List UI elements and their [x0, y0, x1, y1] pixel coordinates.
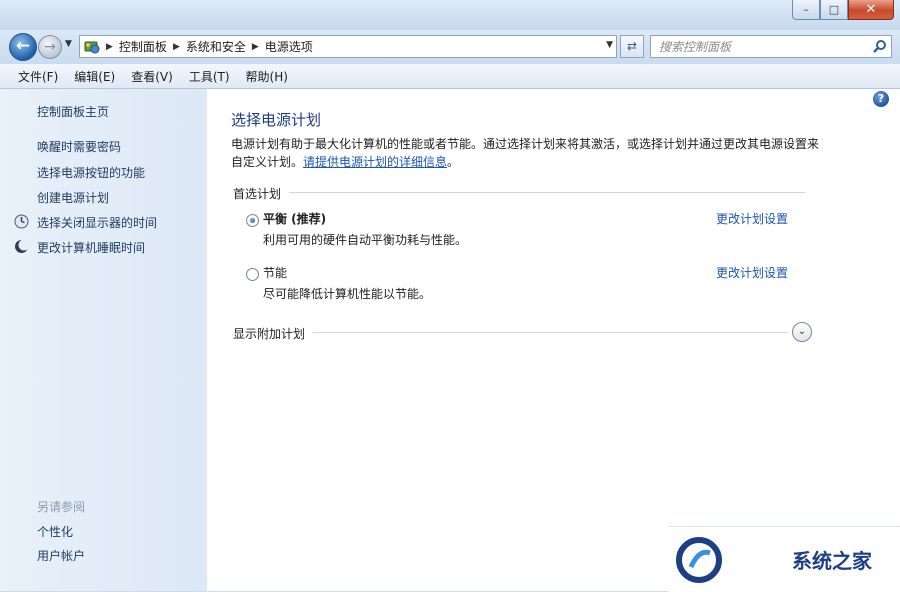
menu-tools[interactable]: 工具(T) — [181, 68, 238, 85]
help-icon[interactable]: ? — [873, 91, 889, 107]
sleep-moon-icon — [15, 239, 29, 253]
plan-power-saver-settings-link[interactable]: 更改计划设置 — [716, 264, 788, 281]
additional-plans-heading[interactable]: 显示附加计划 — [233, 325, 305, 342]
sidebar-item-create-plan[interactable]: 创建电源计划 — [37, 189, 109, 206]
plan-power-saver-description: 尽可能降低计算机性能以节能。 — [263, 287, 432, 301]
menu-edit[interactable]: 编辑(E) — [66, 68, 123, 85]
close-button[interactable]: ✕ — [848, 0, 894, 20]
plan-balanced-radio[interactable] — [246, 214, 259, 227]
back-button[interactable]: ← — [9, 33, 37, 61]
address-dropdown-icon[interactable]: ▼ — [606, 40, 613, 50]
sidebar-item-user-accounts[interactable]: 用户帐户 — [37, 547, 85, 564]
menu-file[interactable]: 文件(F) — [0, 68, 66, 85]
search-box[interactable] — [650, 35, 892, 58]
expand-additional-plans-button[interactable]: ⌄ — [792, 322, 812, 342]
menu-view[interactable]: 查看(V) — [123, 68, 181, 85]
sidebar-item-display-off[interactable]: 选择关闭显示器的时间 — [37, 214, 157, 231]
sidebar-item-personalization[interactable]: 个性化 — [37, 523, 73, 540]
close-icon: ✕ — [865, 2, 877, 17]
sidebar-item-wake-password[interactable]: 唤醒时需要密码 — [37, 138, 121, 155]
section-divider — [313, 332, 788, 333]
breadcrumb-system-security[interactable]: 系统和安全 — [186, 38, 246, 55]
maximize-icon: □ — [828, 3, 840, 16]
watermark: 系统之家 — [668, 526, 900, 592]
forward-button[interactable]: → — [38, 35, 62, 59]
search-icon[interactable] — [873, 39, 887, 53]
preferred-plans-heading: 首选计划 — [233, 187, 282, 201]
monitor-clock-icon — [14, 214, 29, 229]
menu-help[interactable]: 帮助(H) — [238, 68, 296, 85]
breadcrumb-power-options[interactable]: 电源选项 — [265, 38, 313, 55]
address-bar[interactable]: ▶ 控制面板 ▶ 系统和安全 ▶ 电源选项 ▼ — [79, 35, 617, 58]
title-bar: – □ ✕ — [0, 0, 900, 30]
watermark-text: 系统之家 — [792, 549, 872, 573]
menu-bar: 文件(F) 编辑(E) 查看(V) 工具(T) 帮助(H) — [0, 64, 900, 89]
plan-power-saver-radio[interactable] — [246, 268, 259, 281]
sidebar: 控制面板主页 唤醒时需要密码 选择电源按钮的功能 创建电源计划 选择关闭显示器的… — [0, 89, 207, 591]
plan-balanced-description: 利用可用的硬件自动平衡功耗与性能。 — [263, 233, 468, 247]
plan-details-link[interactable]: 请提供电源计划的详细信息 — [303, 155, 447, 169]
plan-balanced-name[interactable]: 平衡 (推荐) — [263, 210, 326, 227]
sidebar-item-sleep-time[interactable]: 更改计算机睡眠时间 — [37, 239, 145, 256]
window-controls: – □ ✕ — [792, 0, 894, 20]
minimize-icon: – — [803, 3, 809, 16]
chevron-right-icon[interactable]: ▶ — [252, 42, 259, 52]
maximize-button[interactable]: □ — [820, 0, 848, 20]
refresh-button[interactable]: ⇄ — [620, 35, 644, 58]
section-divider — [289, 192, 805, 193]
minimize-button[interactable]: – — [792, 0, 820, 20]
plan-balanced-settings-link[interactable]: 更改计划设置 — [716, 210, 788, 227]
description-end: 。 — [447, 155, 460, 169]
back-arrow-icon: ← — [15, 36, 31, 56]
sidebar-item-control-panel-home[interactable]: 控制面板主页 — [37, 103, 109, 120]
refresh-icon: ⇄ — [626, 39, 638, 53]
forward-arrow-icon: → — [44, 39, 56, 55]
main-content: ? 选择电源计划 电源计划有助于最大化计算机的性能或者节能。通过选择计划来将其激… — [207, 89, 900, 591]
breadcrumb-control-panel[interactable]: 控制面板 — [119, 38, 167, 55]
chevron-right-icon: ▶ — [106, 41, 113, 52]
page-title: 选择电源计划 — [231, 111, 322, 129]
chevron-down-icon: ⌄ — [797, 326, 807, 337]
sidebar-item-power-button[interactable]: 选择电源按钮的功能 — [37, 164, 145, 181]
search-input[interactable] — [657, 36, 861, 57]
recent-pages-dropdown-icon[interactable]: ▼ — [65, 39, 72, 49]
watermark-logo-icon — [676, 536, 722, 583]
control-panel-icon — [84, 41, 100, 53]
navigation-bar: ← → ▼ ▶ 控制面板 ▶ 系统和安全 ▶ 电源选项 ▼ ⇄ — [0, 30, 900, 64]
page-description: 电源计划有助于最大化计算机的性能或者节能。通过选择计划来将其激活，或选择计划并通… — [231, 135, 821, 171]
chevron-right-icon[interactable]: ▶ — [173, 42, 180, 52]
see-also-heading: 另请参阅 — [37, 500, 86, 514]
plan-power-saver-name[interactable]: 节能 — [263, 264, 287, 281]
